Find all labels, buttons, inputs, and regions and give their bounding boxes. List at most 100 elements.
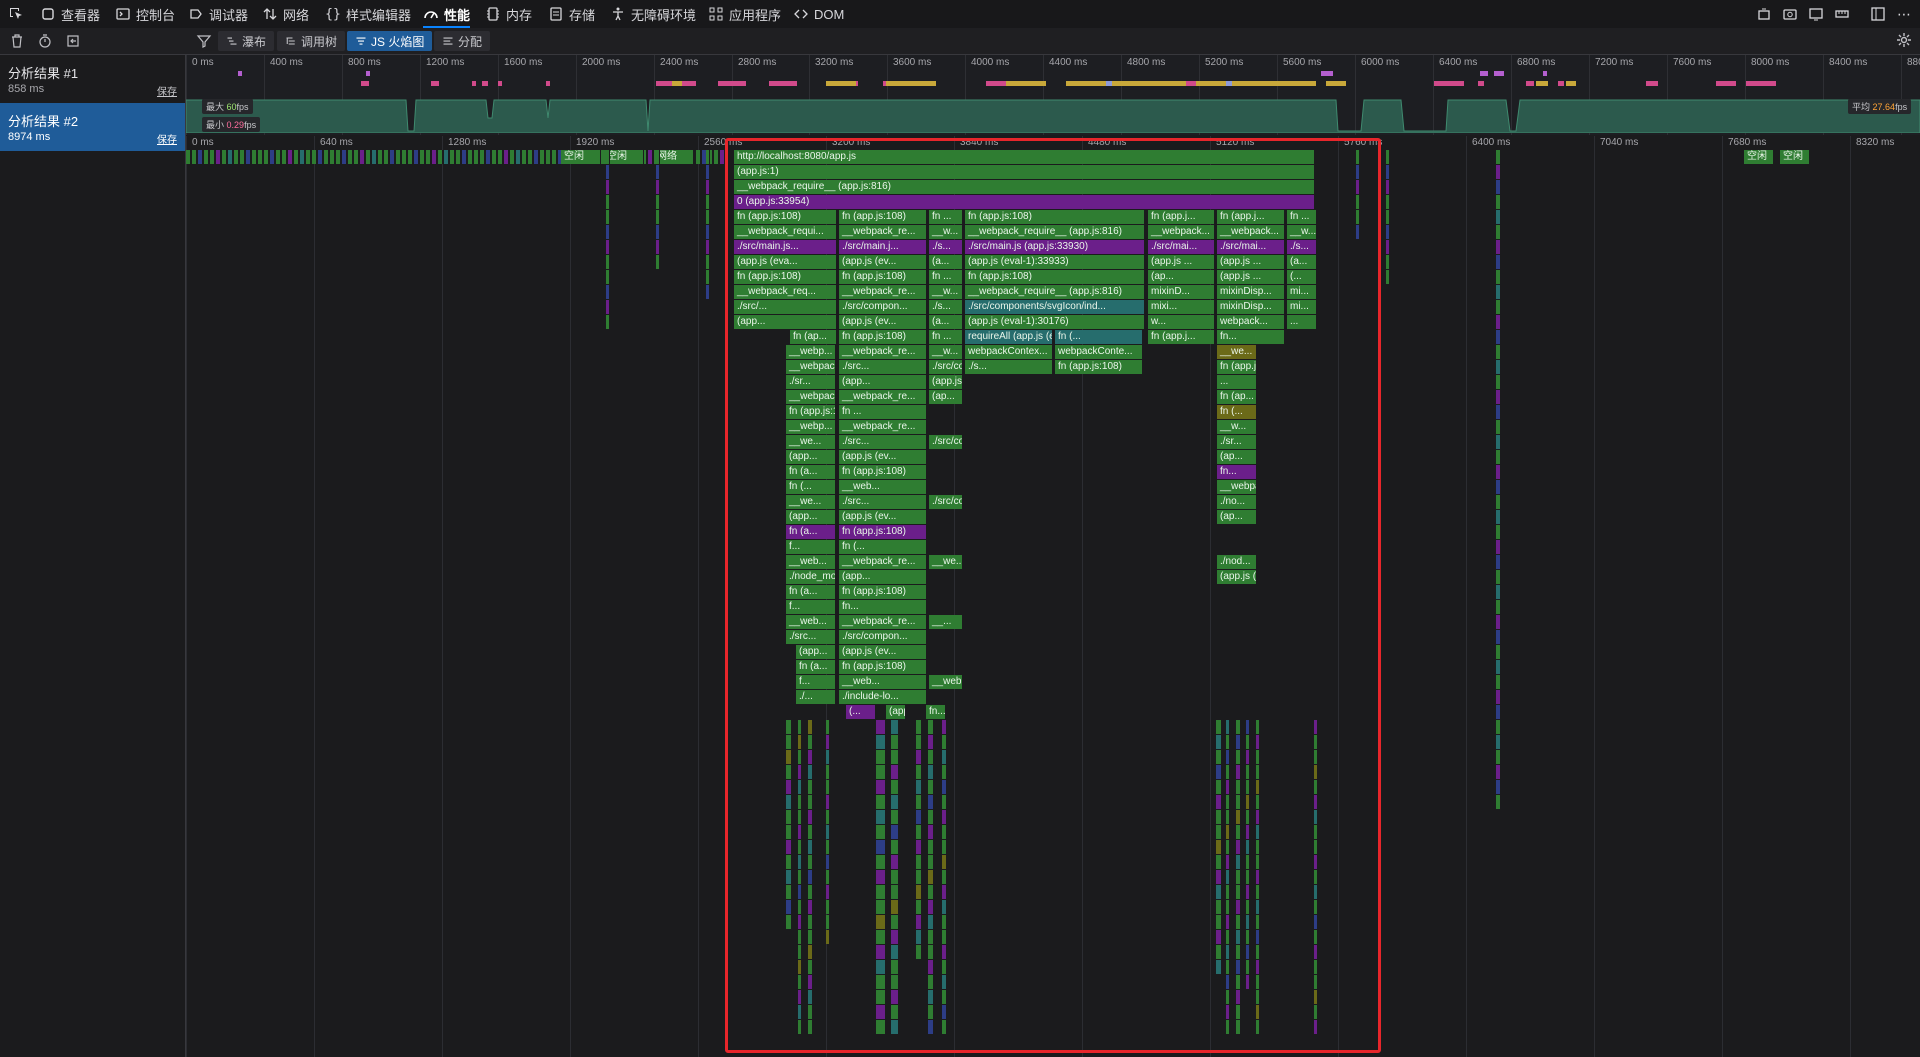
flame-frame[interactable] <box>1246 900 1250 914</box>
flame-frame[interactable] <box>1496 180 1501 194</box>
flame-frame[interactable] <box>1314 885 1318 899</box>
flame-frame[interactable] <box>942 960 947 974</box>
flame-frame[interactable] <box>798 870 802 884</box>
flame-frame[interactable] <box>1246 930 1250 944</box>
flame-frame[interactable] <box>1314 870 1318 884</box>
tab-performance[interactable]: 性能 <box>423 0 471 28</box>
flame-frame[interactable]: __web... <box>839 675 927 689</box>
flame-frame[interactable] <box>1314 810 1318 824</box>
flame-frame[interactable] <box>216 150 221 164</box>
flame-frame[interactable] <box>1496 705 1501 719</box>
flame-frame[interactable] <box>282 150 287 164</box>
flame-frame[interactable] <box>1496 780 1501 794</box>
flame-frame[interactable] <box>706 240 710 254</box>
flame-frame[interactable] <box>656 180 660 194</box>
flame-frame[interactable] <box>1236 765 1241 779</box>
flame-frame[interactable] <box>916 930 922 944</box>
tab-storage[interactable]: 存储 <box>548 0 595 28</box>
flame-frame[interactable] <box>891 930 899 944</box>
flame-frame[interactable] <box>252 150 257 164</box>
flame-frame[interactable] <box>891 900 899 914</box>
flame-frame[interactable] <box>1496 330 1501 344</box>
flame-frame[interactable] <box>222 150 227 164</box>
tab-memory[interactable]: 内存 <box>485 0 532 28</box>
flame-frame[interactable] <box>876 1005 886 1019</box>
flame-frame[interactable] <box>192 150 197 164</box>
flame-frame[interactable]: fn (app.js:108) <box>839 525 927 539</box>
flame-frame[interactable] <box>826 825 830 839</box>
flame-frame[interactable] <box>798 960 802 974</box>
flame-frame[interactable]: ./src/compon... <box>839 300 927 314</box>
flame-frame[interactable] <box>928 810 934 824</box>
flame-frame[interactable] <box>1314 1005 1318 1019</box>
flame-frame[interactable]: fn (app.j... <box>1148 210 1215 224</box>
flame-frame[interactable] <box>706 225 710 239</box>
flame-frame[interactable] <box>1256 795 1260 809</box>
flame-frame[interactable] <box>876 870 886 884</box>
recording-item[interactable]: 分析结果 #1 858 ms 保存 <box>0 55 185 103</box>
flame-frame[interactable] <box>1236 795 1241 809</box>
tab-allocations[interactable]: 分配 <box>434 31 491 51</box>
flame-frame[interactable] <box>1496 510 1501 524</box>
flame-frame[interactable]: __webpack_re... <box>1217 480 1257 494</box>
flame-frame[interactable]: __webpack_re... <box>839 345 927 359</box>
flame-frame[interactable]: (a... <box>929 315 963 329</box>
flame-frame[interactable] <box>798 795 802 809</box>
flame-frame[interactable] <box>1226 990 1230 1004</box>
flame-frame[interactable]: fn (a... <box>786 465 836 479</box>
flame-frame[interactable] <box>826 885 830 899</box>
flame-frame[interactable] <box>928 840 934 854</box>
flame-frame[interactable] <box>876 1020 886 1034</box>
flame-frame[interactable] <box>942 720 947 734</box>
flame-frame[interactable] <box>942 810 947 824</box>
flame-frame[interactable] <box>1496 420 1501 434</box>
flame-frame[interactable] <box>942 945 947 959</box>
flame-frame[interactable] <box>1496 690 1501 704</box>
flame-frame[interactable] <box>706 150 710 164</box>
flame-frame[interactable] <box>606 195 610 209</box>
flame-frame[interactable] <box>928 930 934 944</box>
flame-frame[interactable]: (ap... <box>1148 270 1215 284</box>
flame-frame[interactable] <box>916 945 922 959</box>
flame-frame[interactable]: webpackContex... <box>965 345 1053 359</box>
flame-frame[interactable] <box>1314 750 1318 764</box>
flame-frame[interactable] <box>1216 915 1222 929</box>
flame-frame[interactable] <box>408 150 413 164</box>
flame-frame[interactable] <box>312 150 317 164</box>
flame-frame[interactable] <box>1496 360 1501 374</box>
flame-frame[interactable] <box>294 150 299 164</box>
flame-frame[interactable]: __webpack_require__ (app.js:816) <box>734 180 1315 194</box>
flame-frame[interactable]: __webpack_re... <box>839 390 927 404</box>
flame-frame[interactable] <box>1216 930 1222 944</box>
flame-frame[interactable] <box>324 150 329 164</box>
flame-frame[interactable] <box>606 315 610 329</box>
flame-frame[interactable] <box>504 150 509 164</box>
flame-frame[interactable] <box>1496 390 1501 404</box>
flame-frame[interactable] <box>1216 720 1222 734</box>
flame-frame[interactable]: ./src/main.js... <box>734 240 837 254</box>
flame-frame[interactable] <box>396 150 401 164</box>
flame-frame[interactable] <box>246 150 251 164</box>
flame-frame[interactable]: (ap... <box>1217 510 1257 524</box>
flame-frame[interactable]: webpack... <box>1217 315 1285 329</box>
flame-frame[interactable]: ... <box>1217 375 1257 389</box>
flame-frame[interactable] <box>1496 375 1501 389</box>
flame-frame[interactable]: 空闲 <box>604 150 644 164</box>
flame-frame[interactable] <box>516 150 521 164</box>
flame-frame[interactable] <box>1256 900 1260 914</box>
flame-frame[interactable]: w... <box>1148 315 1215 329</box>
flame-frame[interactable] <box>348 150 353 164</box>
flame-frame[interactable] <box>342 150 347 164</box>
import-icon[interactable] <box>65 33 81 49</box>
flame-frame[interactable] <box>706 270 710 284</box>
flame-frame[interactable] <box>706 255 710 269</box>
flame-frame[interactable] <box>330 150 335 164</box>
flame-frame[interactable]: fn (app.js:108) <box>839 210 927 224</box>
flame-frame[interactable] <box>606 180 610 194</box>
flame-frame[interactable] <box>1356 150 1360 164</box>
flame-frame[interactable] <box>1236 960 1241 974</box>
flame-frame[interactable] <box>826 870 830 884</box>
flame-frame[interactable]: (app.js (ev... <box>839 510 927 524</box>
flame-frame[interactable]: __webpack_re... <box>839 555 927 569</box>
flame-frame[interactable]: mixinD... <box>1148 285 1215 299</box>
